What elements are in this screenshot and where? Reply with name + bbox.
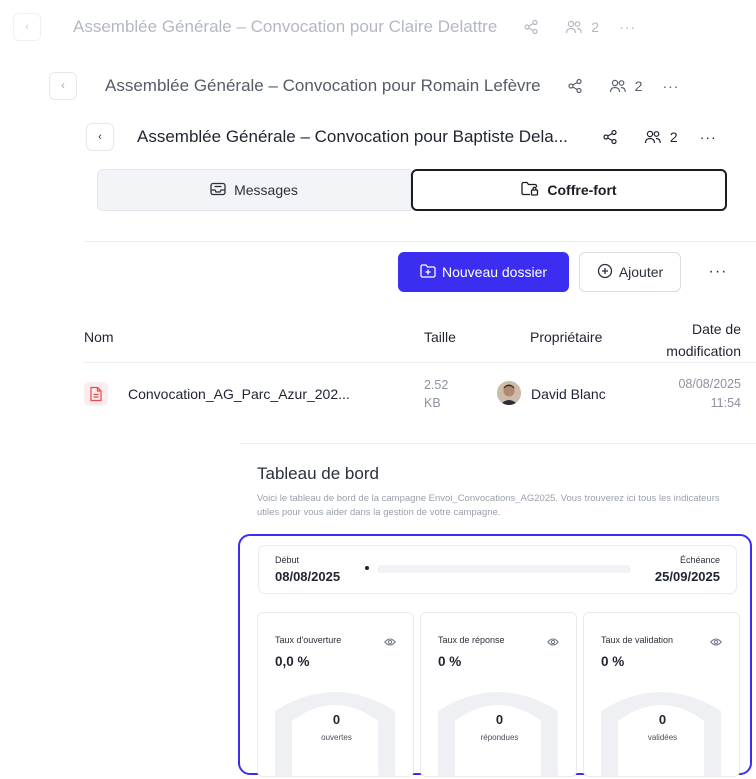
members-icon[interactable] bbox=[609, 78, 627, 94]
card-label: Taux de validation bbox=[601, 635, 674, 645]
end-label: Échéance bbox=[679, 555, 720, 565]
plus-circle-icon bbox=[597, 263, 613, 282]
dashboard-description: Voici le tableau de bord de la campagne … bbox=[257, 493, 720, 518]
share-icon[interactable] bbox=[567, 78, 583, 94]
tab-messages[interactable]: Messages bbox=[97, 169, 411, 211]
file-size-unit: KB bbox=[424, 396, 441, 410]
members-icon[interactable] bbox=[644, 129, 662, 145]
share-icon[interactable] bbox=[602, 129, 618, 145]
members-count: 2 bbox=[591, 19, 600, 35]
column-header-modified-line2: modification bbox=[666, 343, 741, 359]
inbox-icon bbox=[210, 182, 226, 199]
gauge-chart bbox=[601, 692, 721, 776]
new-folder-label: Nouveau dossier bbox=[441, 264, 548, 280]
gauge-caption: validées bbox=[647, 733, 678, 742]
add-button[interactable]: Ajouter bbox=[579, 252, 681, 292]
gauge-chart bbox=[438, 692, 558, 776]
gauge-count: 0 bbox=[332, 712, 341, 727]
new-folder-button[interactable]: Nouveau dossier bbox=[398, 252, 569, 292]
start-label: Début bbox=[275, 555, 300, 565]
dashboard-title: Tableau de bord bbox=[257, 464, 379, 483]
more-icon[interactable]: ··· bbox=[700, 129, 717, 145]
file-name[interactable]: Convocation_AG_Parc_Azur_202... bbox=[128, 386, 350, 402]
column-header-owner[interactable]: Propriétaire bbox=[530, 329, 602, 345]
gauge-count: 0 bbox=[658, 712, 667, 727]
conversation-header-3: ‹ Assemblée Générale – Convocation pour … bbox=[86, 123, 717, 151]
stat-card-ouverture: Taux d'ouverture 0,0 % 0 ouvertes bbox=[257, 612, 414, 777]
file-modified-time: 11:54 bbox=[710, 396, 741, 410]
card-label: Taux d'ouverture bbox=[275, 635, 342, 645]
column-header-modified-line1: Date de bbox=[691, 321, 741, 337]
file-modified: 08/08/2025 11:54 bbox=[678, 375, 741, 413]
tab-label: Coffre-fort bbox=[547, 182, 617, 198]
card-value: 0 % bbox=[601, 654, 625, 669]
folder-lock-icon bbox=[521, 181, 539, 199]
file-modified-date: 08/08/2025 bbox=[678, 377, 741, 391]
folder-plus-icon bbox=[420, 263, 436, 281]
timeline-progress-bar bbox=[377, 565, 631, 573]
gauge-count: 0 bbox=[495, 712, 504, 727]
card-value: 0,0 % bbox=[275, 654, 310, 669]
avatar bbox=[497, 381, 521, 405]
view-tabs: Messages Coffre-fort bbox=[97, 169, 727, 211]
back-button[interactable]: ‹ bbox=[49, 72, 77, 100]
gauge-chart bbox=[275, 692, 395, 776]
members-count: 2 bbox=[634, 78, 643, 94]
start-date: 08/08/2025 bbox=[275, 569, 341, 584]
conversation-title[interactable]: Assemblée Générale – Convocation pour Cl… bbox=[73, 17, 497, 37]
stat-card-validation: Taux de validation 0 % 0 validées bbox=[583, 612, 740, 777]
column-header-modified[interactable]: Date de modification bbox=[666, 318, 741, 362]
timeline-marker bbox=[365, 566, 369, 570]
card-value: 0 % bbox=[438, 654, 462, 669]
tab-label: Messages bbox=[234, 182, 298, 198]
tab-coffre-fort[interactable]: Coffre-fort bbox=[411, 169, 727, 211]
file-icon bbox=[84, 382, 108, 406]
add-label: Ajouter bbox=[618, 264, 664, 280]
share-icon[interactable] bbox=[523, 19, 539, 35]
owner-name: David Blanc bbox=[531, 386, 606, 402]
campaign-timeline: Début 08/08/2025 Échéance 25/09/2025 bbox=[258, 545, 737, 594]
gauge-caption: ouvertes bbox=[321, 733, 352, 742]
more-icon[interactable]: ··· bbox=[619, 19, 636, 35]
members-count: 2 bbox=[669, 129, 678, 145]
conversation-title[interactable]: Assemblée Générale – Convocation pour Ro… bbox=[105, 76, 541, 96]
conversation-header-2: ‹ Assemblée Générale – Convocation pour … bbox=[49, 72, 679, 100]
conversation-header-1: ‹ Assemblée Générale – Convocation pour … bbox=[13, 13, 636, 41]
eye-icon[interactable] bbox=[384, 634, 396, 652]
more-actions-button[interactable]: ··· bbox=[698, 252, 738, 292]
column-header-size[interactable]: Taille bbox=[424, 329, 456, 345]
stat-card-reponse: Taux de réponse 0 % 0 répondues bbox=[420, 612, 577, 777]
column-header-name[interactable]: Nom bbox=[84, 329, 114, 345]
end-date: 25/09/2025 bbox=[654, 569, 720, 584]
more-icon[interactable]: ··· bbox=[662, 78, 679, 94]
back-button[interactable]: ‹ bbox=[13, 13, 41, 41]
file-size: 2.52 KB bbox=[424, 376, 448, 412]
divider bbox=[240, 443, 756, 444]
gauge-caption: répondues bbox=[480, 733, 519, 742]
conversation-title[interactable]: Assemblée Générale – Convocation pour Ba… bbox=[137, 127, 568, 147]
back-button[interactable]: ‹ bbox=[86, 123, 114, 151]
eye-icon[interactable] bbox=[710, 634, 722, 652]
divider bbox=[84, 362, 756, 363]
eye-icon[interactable] bbox=[547, 634, 559, 652]
file-size-value: 2.52 bbox=[424, 378, 449, 392]
card-label: Taux de réponse bbox=[438, 635, 505, 645]
divider bbox=[84, 241, 756, 242]
members-icon[interactable] bbox=[565, 19, 583, 35]
